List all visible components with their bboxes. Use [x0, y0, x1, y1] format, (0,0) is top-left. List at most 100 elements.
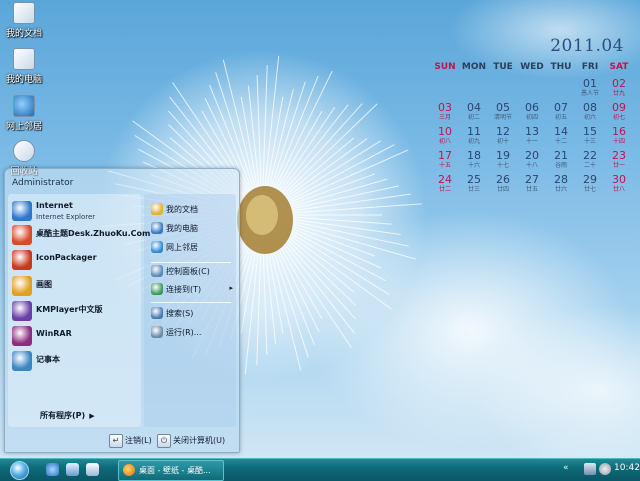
calendar-day: 21 谷雨 — [546, 150, 576, 170]
places-item-label: 运行(R)... — [166, 328, 202, 337]
ie-icon — [12, 201, 32, 221]
my-documents-icon — [13, 2, 35, 24]
program-item[interactable]: 桌酷主题Desk.ZhuoKu.Com — [10, 224, 150, 246]
program-item[interactable]: Internet Internet Explorer — [10, 200, 138, 222]
calendar-day-number: 27 — [525, 173, 539, 186]
calendar-day-lunar: 廿四 — [496, 186, 509, 193]
desktop-icon-my-computer[interactable]: 我的电脑 — [2, 48, 46, 85]
places-item-label: 我的文档 — [166, 205, 198, 214]
calendar-day-number: 26 — [496, 173, 510, 186]
calendar-day-lunar: 初八 — [438, 138, 451, 145]
calendar-day-number: 03 — [438, 101, 452, 114]
calendar-day-lunar: 廿七 — [583, 186, 596, 193]
calendar-day-number: 23 — [612, 149, 626, 162]
desktop-icon-label: 网上邻居 — [5, 122, 42, 132]
places-item[interactable]: 我的电脑 — [148, 221, 236, 237]
calendar-day: 29 廿七 — [575, 174, 605, 194]
calendar-day-number: 21 — [554, 149, 568, 162]
calendar-day-number: 14 — [554, 125, 568, 138]
calendar-day-lunar: 廿三 — [467, 186, 480, 193]
my-computer-icon — [151, 222, 163, 234]
places-item[interactable]: 连接到(T) ▸ — [148, 282, 236, 298]
calendar-day-number: 29 — [583, 173, 597, 186]
kmplayer-icon — [12, 301, 32, 321]
places-item-label: 搜索(S) — [166, 309, 194, 318]
calendar-day: 26 廿四 — [488, 174, 518, 194]
my-computer-icon — [13, 48, 35, 70]
connect-icon — [151, 283, 163, 295]
calendar-title: 2011.04 — [550, 36, 624, 56]
all-programs-button[interactable]: 所有程序(P) ▶ — [40, 410, 95, 421]
winrar-icon — [12, 326, 32, 346]
calendar-day-number: 30 — [612, 173, 626, 186]
calendar-day: 25 廿三 — [459, 174, 489, 194]
ie-quicklaunch-icon[interactable] — [46, 463, 59, 476]
program-item[interactable]: IconPackager — [10, 249, 138, 271]
calendar-day-lunar: 十六 — [467, 162, 480, 169]
calendar-day-number: 28 — [554, 173, 568, 186]
weekday-header: FRI — [581, 62, 599, 72]
calendar-day: 28 廿六 — [546, 174, 576, 194]
all-programs-label: 所有程序(P) — [40, 411, 86, 420]
power-icon: ⏻ — [157, 434, 171, 448]
calendar-day-number: 06 — [525, 101, 539, 114]
places-item[interactable]: 搜索(S) — [148, 306, 236, 322]
calendar-day: 22 二十 — [575, 150, 605, 170]
calendar-day-lunar: 廿九 — [612, 90, 625, 97]
calendar-day: 11 初九 — [459, 126, 489, 146]
calendar-day: 10 初八 — [430, 126, 460, 146]
calendar-day-lunar: 廿六 — [554, 186, 567, 193]
calendar-day: 01 愚人节 — [575, 78, 605, 98]
places-item-label: 控制面板(C) — [166, 267, 210, 276]
calendar-day: 24 廿二 — [430, 174, 460, 194]
program-name: Internet — [36, 201, 73, 210]
taskbar-window-button[interactable]: 桌面 - 壁纸 - 桌酷... — [118, 460, 224, 481]
calendar-day: 03 三月 — [430, 102, 460, 122]
folder-quicklaunch-icon[interactable] — [86, 463, 99, 476]
volume-tray-icon[interactable] — [599, 463, 611, 475]
recycle-bin-icon — [13, 140, 35, 162]
calendar-day-number: 20 — [525, 149, 539, 162]
calendar-day-lunar: 初二 — [467, 114, 480, 121]
windows-logo-icon — [10, 461, 29, 480]
calendar-day-lunar: 廿二 — [438, 186, 451, 193]
calendar-day: 14 十二 — [546, 126, 576, 146]
run-icon — [151, 326, 163, 338]
tray-expand-icon[interactable]: « — [563, 463, 569, 473]
desktop-icon-my-documents[interactable]: 我的文档 — [2, 2, 46, 39]
calendar-day-lunar: 愚人节 — [580, 90, 599, 97]
calendar-day-number: 16 — [612, 125, 626, 138]
calendar-day-number: 05 — [496, 101, 510, 114]
calendar-day-lunar: 三月 — [438, 114, 451, 121]
start-button[interactable] — [3, 459, 37, 481]
menu-separator — [151, 302, 231, 303]
desktop-icon-network[interactable]: 网上邻居 — [2, 95, 46, 132]
program-item[interactable]: WinRAR — [10, 325, 138, 347]
paint-icon — [12, 276, 32, 296]
calendar-day-number: 11 — [467, 125, 481, 138]
submenu-arrow-icon: ▸ — [229, 284, 233, 292]
calendar-day: 04 初二 — [459, 102, 489, 122]
network-icon — [151, 241, 163, 253]
calendar-day-number: 17 — [438, 149, 452, 162]
places-item[interactable]: 我的文档 — [148, 202, 236, 218]
program-item[interactable]: 记事本 — [10, 350, 138, 372]
calendar-day: 16 十四 — [604, 126, 634, 146]
places-item[interactable]: 网上邻居 — [148, 240, 236, 256]
clock[interactable]: 10:42 — [614, 463, 640, 473]
program-item[interactable]: KMPlayer中文版 — [10, 300, 138, 322]
calendar-day-lunar: 十五 — [438, 162, 451, 169]
calendar-day-lunar: 十三 — [583, 138, 596, 145]
calendar-day-number: 25 — [467, 173, 481, 186]
places-item[interactable]: 控制面板(C) — [148, 264, 236, 280]
program-item[interactable]: 画图 — [10, 275, 138, 297]
places-item[interactable]: 运行(R)... — [148, 325, 236, 341]
network-tray-icon[interactable] — [584, 463, 596, 475]
show-desktop-icon[interactable] — [66, 463, 79, 476]
calendar-day-lunar: 初五 — [554, 114, 567, 121]
browser-icon — [123, 464, 135, 476]
calendar-day: 15 十三 — [575, 126, 605, 146]
calendar-day-number: 10 — [438, 125, 452, 138]
calendar-day-lunar: 谷雨 — [554, 162, 567, 169]
zhuoku-icon — [12, 225, 32, 245]
